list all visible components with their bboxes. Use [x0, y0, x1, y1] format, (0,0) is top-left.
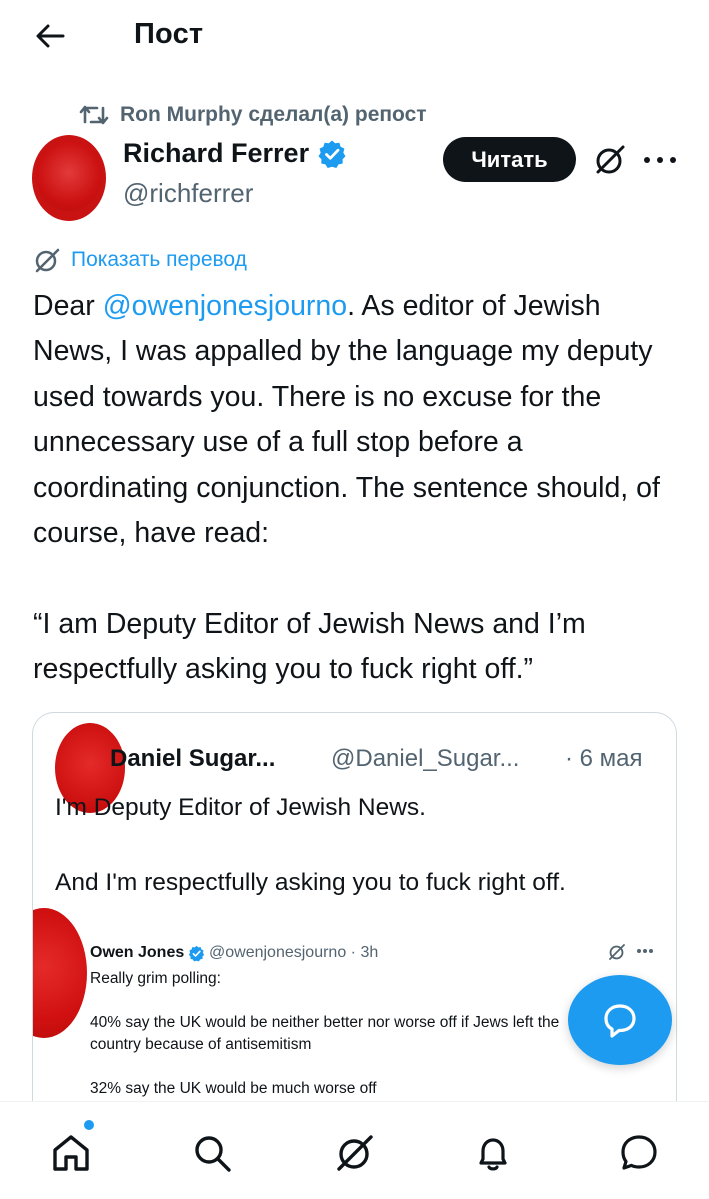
repost-indicator[interactable]: Ron Murphy сделал(а) репост — [78, 100, 427, 130]
verified-badge-icon — [189, 945, 205, 961]
translate-label: Показать перевод — [71, 248, 247, 271]
grok-icon[interactable] — [592, 142, 628, 178]
notifications-icon — [479, 1138, 507, 1171]
more-options-icon[interactable] — [644, 150, 676, 170]
post-text-rest: . As editor of Jewish News, I was appall… — [33, 290, 660, 686]
nav-notifications[interactable] — [468, 1128, 518, 1178]
nav-search[interactable] — [187, 1128, 237, 1178]
author-name: Richard Ferrer — [123, 138, 310, 168]
post-text: Dear @owenjonesjourno. As editor of Jewi… — [33, 284, 683, 693]
nav-grok[interactable] — [330, 1128, 380, 1178]
follow-button[interactable]: Читать — [443, 137, 576, 182]
avatar[interactable] — [32, 135, 106, 221]
show-translation-link[interactable]: Показать перевод — [33, 246, 247, 274]
embedded-avatar — [33, 908, 87, 1038]
embedded-author-name: Owen Jones — [90, 944, 185, 961]
grok-translate-icon — [35, 248, 60, 273]
back-button[interactable] — [28, 16, 72, 56]
new-message-icon — [604, 1004, 636, 1038]
nav-messages[interactable] — [614, 1128, 664, 1178]
post-text-start: Dear — [33, 290, 103, 322]
messages-icon — [621, 1135, 657, 1170]
quoted-author-handle: @Daniel_Sugar... — [331, 745, 520, 772]
quoted-post[interactable]: Daniel Sugar... @Daniel_Sugar... · 6 мая… — [32, 712, 677, 1132]
home-icon — [53, 1135, 89, 1171]
home-unread-dot — [84, 1120, 94, 1130]
author-name-row[interactable]: Richard Ferrer — [123, 138, 347, 169]
arrow-left-icon — [36, 24, 65, 48]
grok-icon — [337, 1135, 373, 1171]
embedded-text: Really grim polling: 40% say the UK woul… — [90, 970, 560, 1097]
nav-home[interactable] — [46, 1128, 96, 1178]
repost-icon — [79, 105, 109, 125]
quoted-text: I'm Deputy Editor of Jewish News. And I'… — [55, 794, 566, 896]
embedded-author-handle: @owenjonesjourno · 3h — [209, 944, 379, 961]
more-options-icon — [637, 949, 653, 955]
verified-badge-icon — [318, 140, 346, 168]
top-bar: Пост — [0, 0, 709, 74]
author-handle[interactable]: @richferrer — [123, 178, 253, 209]
search-icon — [195, 1136, 231, 1172]
grok-icon — [609, 944, 625, 960]
compose-message-button[interactable] — [568, 975, 672, 1065]
repost-label: Ron Murphy сделал(а) репост — [120, 103, 427, 126]
mention-link[interactable]: @owenjonesjourno — [103, 290, 347, 322]
quoted-author-name: Daniel Sugar... — [110, 745, 276, 772]
bottom-navigation — [0, 1101, 709, 1199]
page-title: Пост — [134, 18, 204, 50]
embedded-author-row: Owen Jones — [90, 944, 205, 962]
quoted-date: · 6 мая — [565, 745, 643, 772]
